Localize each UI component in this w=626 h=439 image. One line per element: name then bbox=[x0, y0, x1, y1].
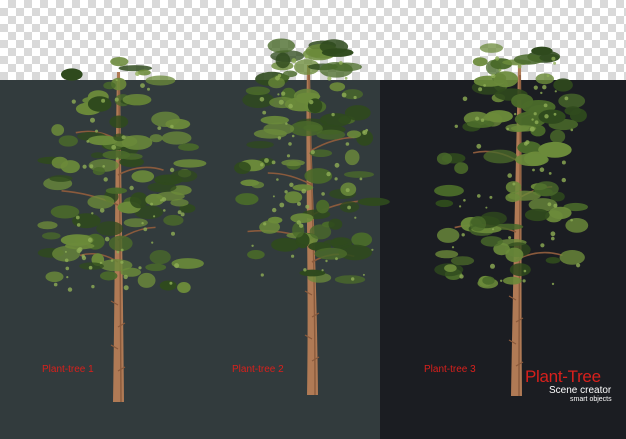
needle-highlight bbox=[508, 236, 512, 240]
foliage-clump bbox=[538, 109, 566, 124]
needle-highlight bbox=[454, 124, 458, 128]
needle-highlight bbox=[498, 68, 502, 72]
needle-highlight bbox=[553, 61, 557, 65]
needle-highlight bbox=[492, 228, 495, 231]
needle-highlight bbox=[462, 96, 468, 102]
needle-highlight bbox=[550, 231, 556, 237]
needle-highlight bbox=[475, 116, 480, 121]
needle-highlight bbox=[491, 73, 496, 79]
foliage-clump bbox=[436, 152, 453, 165]
needle-highlight bbox=[523, 269, 527, 273]
foliage-clump bbox=[493, 71, 519, 88]
foliage-clump bbox=[549, 206, 572, 220]
needle-highlight bbox=[553, 112, 557, 116]
needle-highlight bbox=[524, 141, 528, 146]
foliage-clump bbox=[437, 227, 460, 243]
foliage-clump bbox=[524, 208, 550, 222]
needle-highlight bbox=[540, 243, 545, 248]
needle-highlight bbox=[490, 263, 495, 269]
foliage-clump bbox=[480, 236, 503, 247]
needle-highlight bbox=[477, 194, 481, 198]
foliage-clump bbox=[450, 256, 475, 266]
tree-label-1: Plant-tree 1 bbox=[42, 364, 94, 375]
needle-highlight bbox=[546, 74, 550, 78]
needle-highlight bbox=[554, 90, 557, 93]
foliage-clump bbox=[565, 218, 589, 233]
needle-highlight bbox=[451, 246, 455, 249]
needle-highlight bbox=[551, 282, 555, 286]
needle-highlight bbox=[476, 143, 482, 149]
needle-highlight bbox=[561, 177, 566, 183]
needle-highlight bbox=[529, 126, 535, 132]
foliage-clump bbox=[553, 78, 573, 92]
needle-highlight bbox=[507, 173, 512, 178]
needle-highlight bbox=[561, 160, 566, 165]
foliage-clump bbox=[559, 250, 585, 265]
needle-highlight bbox=[483, 84, 486, 87]
needle-highlight bbox=[543, 103, 548, 108]
needle-highlight bbox=[514, 112, 517, 116]
needle-highlight bbox=[522, 279, 526, 283]
foliage-clump bbox=[503, 276, 522, 285]
needle-highlight bbox=[576, 263, 581, 268]
needle-highlight bbox=[539, 167, 545, 172]
needle-highlight bbox=[551, 236, 555, 241]
brand-title: Plant-Tree bbox=[525, 367, 601, 386]
needle-highlight bbox=[564, 96, 569, 101]
needle-highlight bbox=[512, 182, 516, 186]
foliage-clump bbox=[534, 181, 559, 197]
foliage-clump bbox=[513, 54, 544, 65]
needle-highlight bbox=[532, 168, 535, 172]
foliage-clump bbox=[482, 276, 495, 285]
needle-highlight bbox=[489, 195, 493, 199]
foliage-clump bbox=[435, 199, 454, 208]
foliage-clump bbox=[538, 141, 572, 158]
needle-highlight bbox=[570, 128, 574, 132]
foliage-clump bbox=[535, 73, 554, 85]
needle-highlight bbox=[548, 172, 552, 175]
tree-label-2: Plant-tree 2 bbox=[232, 364, 284, 375]
foliage-clump bbox=[509, 263, 531, 277]
needle-highlight bbox=[547, 202, 552, 207]
foliage-clump bbox=[564, 106, 582, 116]
foliage-clump bbox=[545, 257, 561, 264]
needle-highlight bbox=[478, 87, 483, 92]
needle-highlight bbox=[551, 56, 556, 61]
needle-highlight bbox=[542, 85, 547, 90]
needle-highlight bbox=[506, 127, 510, 131]
foliage-clump bbox=[479, 43, 503, 53]
foliage-clump bbox=[454, 162, 469, 175]
needle-highlight bbox=[533, 85, 538, 90]
needle-highlight bbox=[517, 64, 522, 69]
needle-highlight bbox=[534, 120, 539, 125]
needle-highlight bbox=[459, 205, 462, 208]
foliage-clump bbox=[550, 129, 566, 144]
scene-preview: Plant-tree 1 Plant-tree 2 Plant-tree 3 P… bbox=[0, 0, 626, 439]
needle-highlight bbox=[570, 218, 573, 222]
foliage-clump bbox=[483, 149, 517, 164]
foliage-clump bbox=[434, 184, 464, 197]
needle-highlight bbox=[500, 279, 503, 282]
needle-highlight bbox=[540, 91, 543, 95]
needle-highlight bbox=[544, 114, 549, 119]
needle-highlight bbox=[485, 206, 488, 209]
foliage-clump bbox=[558, 93, 586, 109]
needle-highlight bbox=[533, 112, 537, 116]
brand-tagline: smart objects bbox=[570, 396, 612, 403]
foliage-clump bbox=[466, 120, 495, 128]
needle-highlight bbox=[461, 233, 465, 237]
foliage-clump bbox=[444, 264, 457, 272]
foliage-clump bbox=[511, 93, 534, 109]
foliage-clump bbox=[472, 57, 488, 67]
needle-highlight bbox=[480, 118, 485, 122]
needle-highlight bbox=[459, 274, 464, 279]
needle-highlight bbox=[463, 199, 466, 202]
foliage-clump bbox=[531, 46, 553, 56]
needle-highlight bbox=[495, 56, 500, 61]
tree-label-3: Plant-tree 3 bbox=[424, 364, 476, 375]
needle-highlight bbox=[531, 118, 534, 121]
needle-highlight bbox=[553, 203, 558, 208]
foliage-clump bbox=[435, 250, 459, 259]
foliage-clump bbox=[469, 216, 487, 232]
